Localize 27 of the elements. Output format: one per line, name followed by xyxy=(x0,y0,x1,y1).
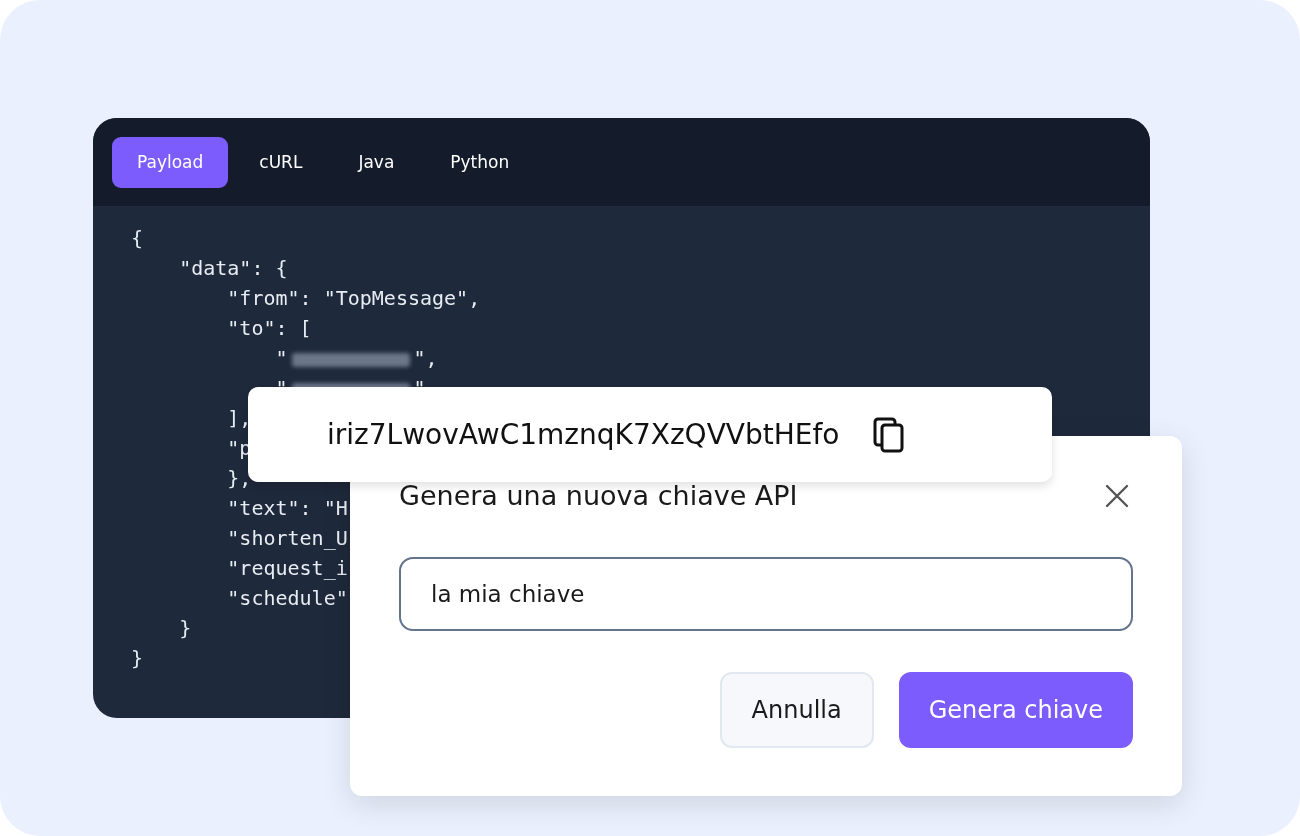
close-icon[interactable] xyxy=(1105,483,1129,508)
dialog-title: Genera una nuova chiave API xyxy=(399,480,798,511)
language-tab[interactable]: Python xyxy=(425,136,535,188)
code-line: { xyxy=(131,226,144,250)
cancel-button[interactable]: Annulla xyxy=(719,672,874,748)
code-line: "request_i xyxy=(226,556,348,580)
language-tab[interactable]: Java xyxy=(333,136,420,188)
code-line: }, xyxy=(226,466,252,490)
code-text: ", xyxy=(413,346,438,370)
code-line: } xyxy=(131,646,144,670)
language-tab[interactable]: Payload xyxy=(112,136,229,188)
code-line: " xyxy=(274,376,288,400)
code-line: "from": "TopMessage", xyxy=(226,286,481,310)
code-line: "text": "H xyxy=(226,496,348,520)
code-line: "to": [ xyxy=(226,316,312,340)
code-line: "data": { xyxy=(178,256,288,280)
code-line: } xyxy=(178,616,192,640)
api-key-text: iriz7LwovAwC1mznqK7XzQVVbtHEfo xyxy=(327,418,840,451)
key-name-field[interactable]: la mia chiave xyxy=(399,557,1133,631)
code-line: " xyxy=(274,346,288,370)
code-line: ], xyxy=(226,406,252,430)
code-line: "shorten_U xyxy=(226,526,348,550)
code-line: "schedule" xyxy=(226,586,348,610)
copy-icon[interactable] xyxy=(873,416,906,453)
language-tab[interactable]: cURL xyxy=(234,136,328,188)
code-text: " xyxy=(413,376,426,400)
generate-button[interactable]: Genera chiave xyxy=(898,672,1133,748)
